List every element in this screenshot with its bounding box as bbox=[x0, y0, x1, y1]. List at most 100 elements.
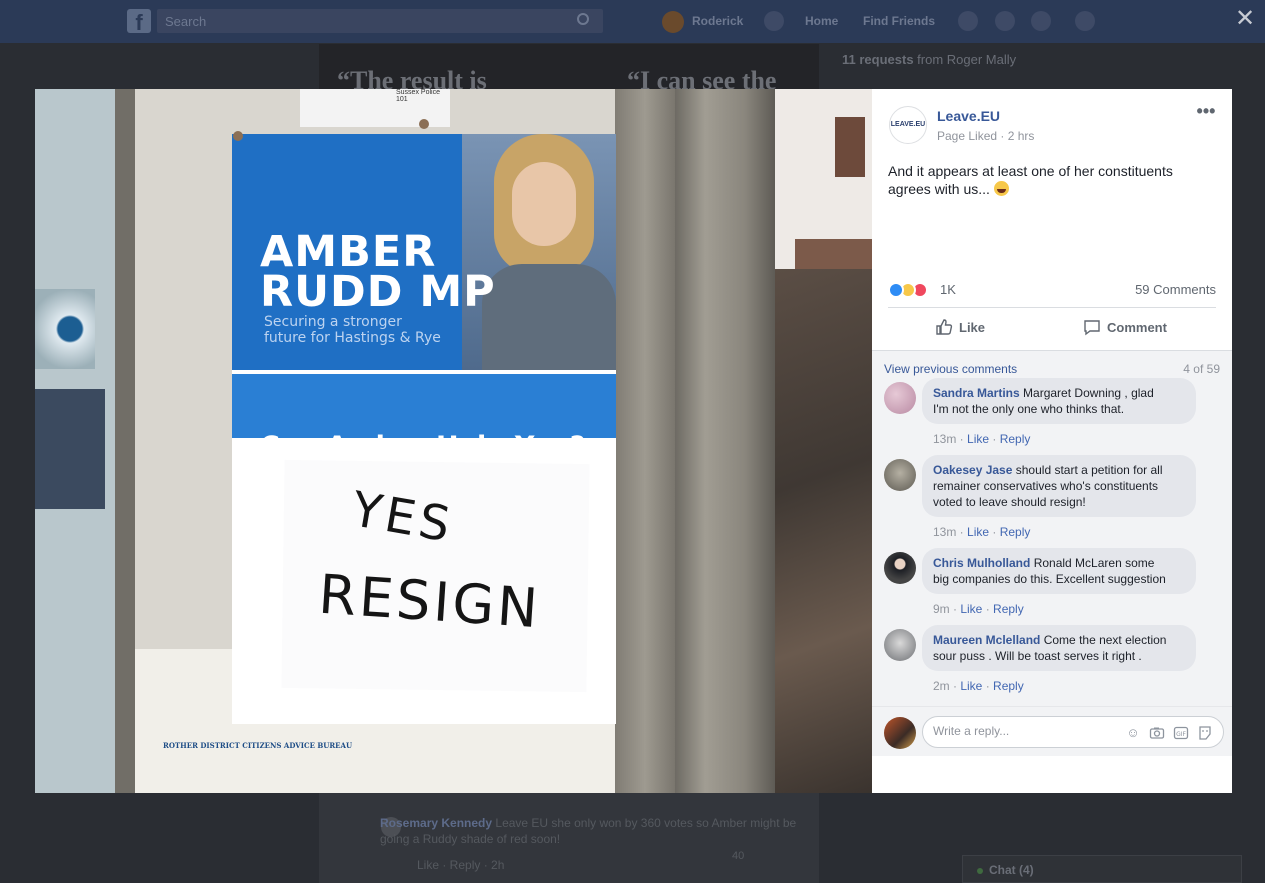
chat-bar[interactable]: Chat (4) bbox=[962, 855, 1242, 883]
comment-meta: 9m · Like · Reply bbox=[933, 602, 1024, 616]
comment-like-link[interactable]: Like bbox=[960, 679, 982, 693]
banner-quote-right: “I can see the bbox=[627, 66, 777, 90]
emoji-icon[interactable]: ☺ bbox=[1125, 725, 1141, 741]
requests-count[interactable]: 11 requests bbox=[842, 52, 914, 67]
comment-bubble: Sandra Martins Margaret Downing , glad I… bbox=[922, 378, 1196, 424]
background-comment: Rosemary Kennedy Leave EU she only won b… bbox=[380, 815, 800, 847]
comment-text-line3: voted to leave should resign! bbox=[933, 495, 1086, 509]
poster-title-line1: AMBER bbox=[260, 227, 437, 277]
current-user-avatar[interactable] bbox=[884, 717, 916, 749]
comment-time[interactable]: 2m bbox=[933, 679, 950, 693]
search-bar[interactable]: Search bbox=[157, 9, 603, 33]
comment-reply-link[interactable]: Reply bbox=[1000, 525, 1031, 539]
comments-section: View previous comments 4 of 59 Sandra Ma… bbox=[872, 351, 1232, 706]
post-meta: Page Liked · 2 hrs bbox=[937, 129, 1035, 143]
comment-text-line1: Ronald McLaren some bbox=[1033, 556, 1155, 570]
profile-link[interactable]: Roderick bbox=[692, 14, 743, 28]
comment-time[interactable]: 9m bbox=[933, 602, 950, 616]
divider bbox=[888, 307, 1216, 308]
comment-text-line2: remainer conservatives who's constituent… bbox=[933, 479, 1159, 493]
comment-text-line2: sour puss . Will be toast serves it righ… bbox=[933, 649, 1142, 663]
requests-from: from Roger Mally bbox=[917, 52, 1017, 67]
comment-like-link[interactable]: Like bbox=[967, 432, 989, 446]
chat-label: Chat (4) bbox=[989, 863, 1034, 877]
commenter-avatar[interactable] bbox=[884, 382, 916, 414]
comment-like-link[interactable]: Like bbox=[967, 525, 989, 539]
view-previous-comments-link[interactable]: View previous comments bbox=[884, 362, 1017, 376]
page-avatar[interactable]: LEAVE.EU bbox=[889, 106, 927, 144]
notifications-icon[interactable] bbox=[1031, 11, 1051, 31]
comment-like-link[interactable]: Like bbox=[960, 602, 982, 616]
post-photo[interactable]: ROTHER DISTRICT CITIZENS ADVICE BUREAU S… bbox=[35, 89, 872, 793]
friends-icon[interactable] bbox=[958, 11, 978, 31]
home-link[interactable]: Home bbox=[805, 14, 838, 28]
portrait-face bbox=[512, 162, 576, 246]
comment-text-line1: Margaret Downing , glad bbox=[1023, 386, 1154, 400]
background-right-column: 11 requests from Roger Mally bbox=[842, 52, 1102, 75]
thumbs-up-icon bbox=[936, 319, 953, 335]
pin-icon bbox=[233, 131, 243, 141]
comment-reply-link[interactable]: Reply bbox=[993, 602, 1024, 616]
police-notice-text: Sussex Police 101 bbox=[396, 89, 440, 103]
camera-icon[interactable] bbox=[1149, 725, 1165, 741]
sign-line1: YES bbox=[347, 481, 458, 554]
comment-reply-link[interactable]: Reply bbox=[1000, 432, 1031, 446]
background-banner: “The result is “I can see the bbox=[319, 44, 819, 90]
poster-tagline: Securing a stronger future for Hastings … bbox=[264, 314, 441, 346]
comment-author[interactable]: Chris Mulholland bbox=[933, 556, 1030, 570]
online-dot-icon bbox=[977, 868, 983, 874]
comment-author[interactable]: Sandra Martins bbox=[933, 386, 1020, 400]
profile-avatar[interactable] bbox=[662, 11, 684, 33]
comment-text-line2: I'm not the only one who thinks that. bbox=[933, 402, 1125, 416]
reply-box[interactable]: ☺ GIF bbox=[922, 716, 1224, 748]
sign-line2: RESIGN bbox=[316, 562, 543, 641]
comment-time[interactable]: 13m bbox=[933, 432, 956, 446]
comment-reply-link[interactable]: Reply bbox=[993, 679, 1024, 693]
page-name-link[interactable]: Leave.EU bbox=[937, 108, 1000, 124]
comment-author[interactable]: Oakesey Jase bbox=[933, 463, 1012, 477]
search-icon[interactable] bbox=[577, 13, 589, 25]
pin-icon bbox=[419, 119, 429, 129]
reply-composer: ☺ GIF bbox=[872, 706, 1232, 756]
reaction-count: 1K bbox=[940, 282, 956, 297]
top-navigation-bar: f Search Roderick Home Find Friends bbox=[0, 0, 1265, 43]
post-side-panel: LEAVE.EU Leave.EU Page Liked · 2 hrs •••… bbox=[872, 89, 1232, 793]
poster-tagline-line2: future for Hastings & Rye bbox=[264, 330, 441, 346]
sticker-icon[interactable] bbox=[1197, 725, 1213, 741]
stone-wall bbox=[775, 269, 872, 793]
comment-bubble: Maureen Mclelland Come the next election… bbox=[922, 625, 1196, 671]
comments-count-link[interactable]: 59 Comments bbox=[1135, 282, 1216, 297]
like-button[interactable]: Like bbox=[935, 318, 985, 338]
board-frame-left bbox=[115, 89, 135, 793]
find-friends-link[interactable]: Find Friends bbox=[863, 14, 935, 28]
more-options-icon[interactable]: ••• bbox=[1194, 102, 1218, 124]
gif-icon[interactable]: GIF bbox=[1173, 725, 1189, 741]
comment-bubble-icon bbox=[1084, 320, 1100, 336]
like-reaction-icon bbox=[888, 282, 904, 298]
comment-bubble: Oakesey Jase should start a petition for… bbox=[922, 455, 1196, 517]
comment-button[interactable]: Comment bbox=[1083, 318, 1167, 338]
comment-text-line1: should start a petition for all bbox=[1015, 463, 1163, 477]
comment-text-line1: Come the next election bbox=[1043, 633, 1167, 647]
commenter-avatar[interactable] bbox=[884, 459, 916, 491]
background-comment-author: Rosemary Kennedy bbox=[380, 816, 493, 830]
poster-help-text: Can Amber Help You? bbox=[260, 431, 586, 462]
close-lightbox-button[interactable]: ✕ bbox=[1234, 7, 1256, 31]
comment-author[interactable]: Maureen Mclelland bbox=[933, 633, 1040, 647]
poster-help-bar bbox=[232, 374, 616, 438]
reply-input[interactable] bbox=[933, 724, 1113, 738]
messenger-icon[interactable] bbox=[995, 11, 1015, 31]
facebook-logo-icon[interactable]: f bbox=[127, 9, 151, 35]
help-icon[interactable] bbox=[1075, 11, 1095, 31]
notice-text: ROTHER DISTRICT CITIZENS ADVICE BUREAU bbox=[163, 741, 353, 750]
comment-bubble: Chris Mulholland Ronald McLaren some big… bbox=[922, 548, 1196, 594]
chimney bbox=[835, 117, 865, 177]
friend-requests-icon[interactable] bbox=[764, 11, 784, 31]
background-comment-actions: Like · Reply · 2h bbox=[417, 858, 505, 872]
like-label: Like bbox=[959, 320, 986, 335]
eye-poster-graphic bbox=[35, 289, 95, 369]
commenter-avatar[interactable] bbox=[884, 629, 916, 661]
commenter-avatar[interactable] bbox=[884, 552, 916, 584]
comment-time[interactable]: 13m bbox=[933, 525, 956, 539]
laughing-emoji-icon bbox=[993, 181, 1009, 196]
